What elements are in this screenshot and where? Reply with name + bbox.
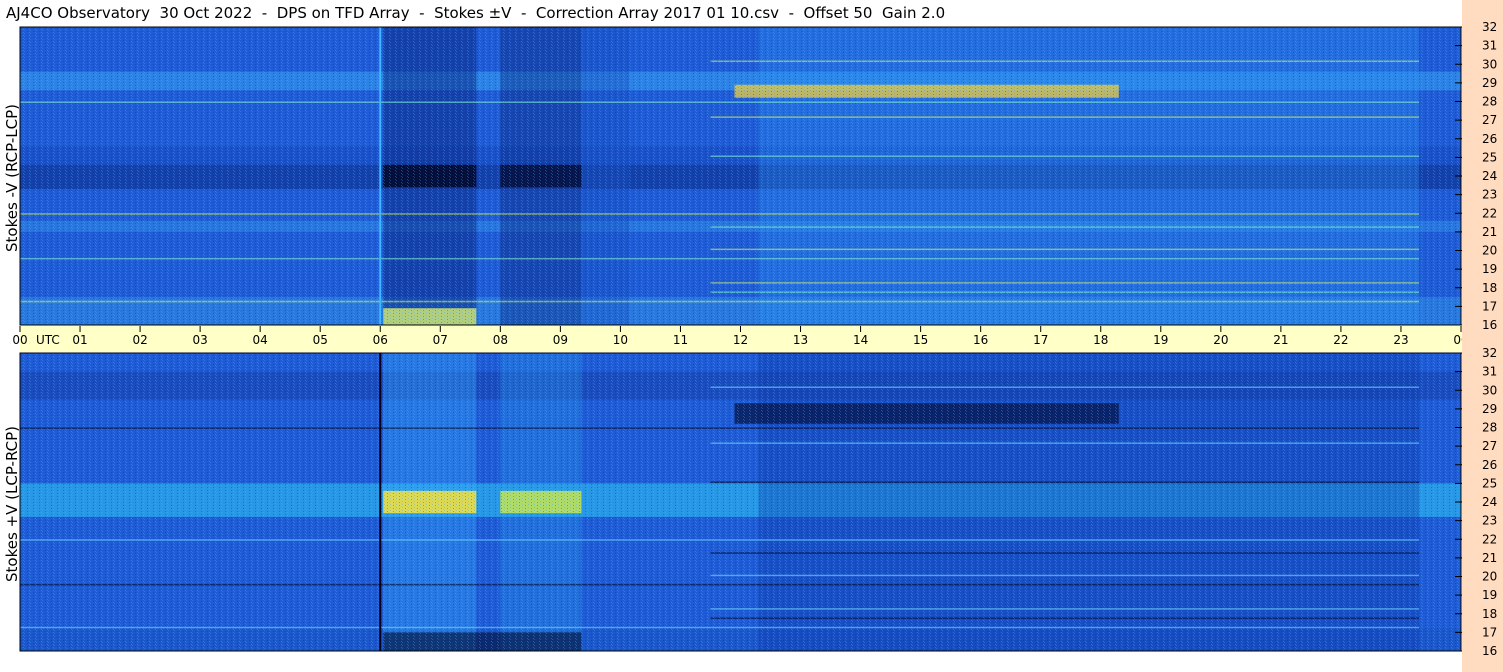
top-panel bbox=[19, 26, 1462, 326]
time-tick-label: 18 bbox=[1093, 333, 1108, 347]
time-tick-label: 07 bbox=[433, 333, 448, 347]
freq-tick-label: 29 bbox=[1482, 76, 1497, 90]
freq-tick-label: 32 bbox=[1482, 20, 1497, 34]
freq-tick-label: 24 bbox=[1482, 169, 1497, 183]
time-tick-label: 19 bbox=[1153, 333, 1168, 347]
time-tick-label: 13 bbox=[793, 333, 808, 347]
time-tick-label: 16 bbox=[973, 333, 988, 347]
vertical-marker bbox=[379, 27, 382, 325]
utc-label: UTC bbox=[36, 333, 60, 347]
freq-tick-label: 23 bbox=[1482, 514, 1497, 528]
time-tick-label: 02 bbox=[132, 333, 147, 347]
vertical-marker bbox=[379, 353, 382, 651]
freq-tick-label: 27 bbox=[1482, 439, 1497, 453]
time-tick-label: 04 bbox=[253, 333, 268, 347]
top-panel-ylabel: Stokes -V (RCP-LCP) bbox=[3, 104, 21, 252]
time-tick-label: 09 bbox=[553, 333, 568, 347]
freq-tick-label: 20 bbox=[1482, 244, 1497, 258]
freq-tick-label: 16 bbox=[1482, 644, 1497, 658]
freq-tick-label: 21 bbox=[1482, 225, 1497, 239]
freq-tick-label: 28 bbox=[1482, 421, 1497, 435]
freq-tick-label: 16 bbox=[1482, 318, 1497, 332]
freq-tick-label: 21 bbox=[1482, 551, 1497, 565]
freq-tick-label: 19 bbox=[1482, 262, 1497, 276]
time-axis-strip: 00 01 02 03 04 05 06 07 08 09 10 11 12 13 14 15 16 17 18 19… bbox=[12, 326, 1497, 352]
freq-tick-label: 18 bbox=[1482, 607, 1497, 621]
freq-tick-label: 18 bbox=[1482, 281, 1497, 295]
time-tick-label: 06 bbox=[373, 333, 388, 347]
time-tick-label: 15 bbox=[913, 333, 928, 347]
time-tick-label: 01 bbox=[72, 333, 87, 347]
time-tick-label: 12 bbox=[733, 333, 748, 347]
freq-tick-label: 30 bbox=[1482, 57, 1497, 71]
freq-tick-label: 31 bbox=[1482, 365, 1497, 379]
freq-tick-label: 26 bbox=[1482, 132, 1497, 146]
time-tick-label: 00 bbox=[12, 333, 27, 347]
bottom-panel-ylabel: Stokes +V (LCP-RCP) bbox=[3, 426, 21, 582]
time-tick-label: 11 bbox=[673, 333, 688, 347]
freq-tick-label: 24 bbox=[1482, 495, 1497, 509]
freq-tick-label: 17 bbox=[1482, 625, 1497, 639]
freq-tick-label: 23 bbox=[1482, 188, 1497, 202]
time-tick-label: 21 bbox=[1273, 333, 1288, 347]
freq-tick-label: 25 bbox=[1482, 150, 1497, 164]
freq-tick-label: 19 bbox=[1482, 588, 1497, 602]
time-tick-label: 23 bbox=[1393, 333, 1408, 347]
time-tick-label: 17 bbox=[1033, 333, 1048, 347]
freq-tick-label: 27 bbox=[1482, 113, 1497, 127]
noise-texture bbox=[20, 353, 1461, 651]
freq-tick-label: 32 bbox=[1482, 346, 1497, 360]
freq-tick-label: 31 bbox=[1482, 39, 1497, 53]
freq-tick-label: 17 bbox=[1482, 299, 1497, 313]
time-tick-label: 05 bbox=[313, 333, 328, 347]
bottom-panel bbox=[19, 352, 1462, 652]
freq-tick-label: 22 bbox=[1482, 206, 1497, 220]
time-tick-label: 22 bbox=[1333, 333, 1348, 347]
freq-tick-label: 20 bbox=[1482, 570, 1497, 584]
spectrogram-chart: 00 01 02 03 04 05 06 07 08 09 10 11 12 13 14 15 16 17 18 19… bbox=[3, 0, 1503, 672]
time-tick-label: 10 bbox=[613, 333, 628, 347]
freq-tick-label: 28 bbox=[1482, 95, 1497, 109]
time-tick-label: 14 bbox=[853, 333, 868, 347]
freq-tick-label: 25 bbox=[1482, 476, 1497, 490]
noise-texture bbox=[20, 27, 1461, 325]
time-tick-label: 08 bbox=[493, 333, 508, 347]
time-tick-label: 20 bbox=[1213, 333, 1228, 347]
freq-tick-label: 26 bbox=[1482, 458, 1497, 472]
freq-tick-label: 30 bbox=[1482, 383, 1497, 397]
freq-tick-label: 22 bbox=[1482, 532, 1497, 546]
frequency-axis-strip: 16 17 18 19 20 21 22 23 24 25 26 27 28 29 30 31 32 16 17 18… bbox=[1455, 0, 1503, 672]
freq-tick-label: 29 bbox=[1482, 402, 1497, 416]
time-tick-label: 03 bbox=[192, 333, 207, 347]
